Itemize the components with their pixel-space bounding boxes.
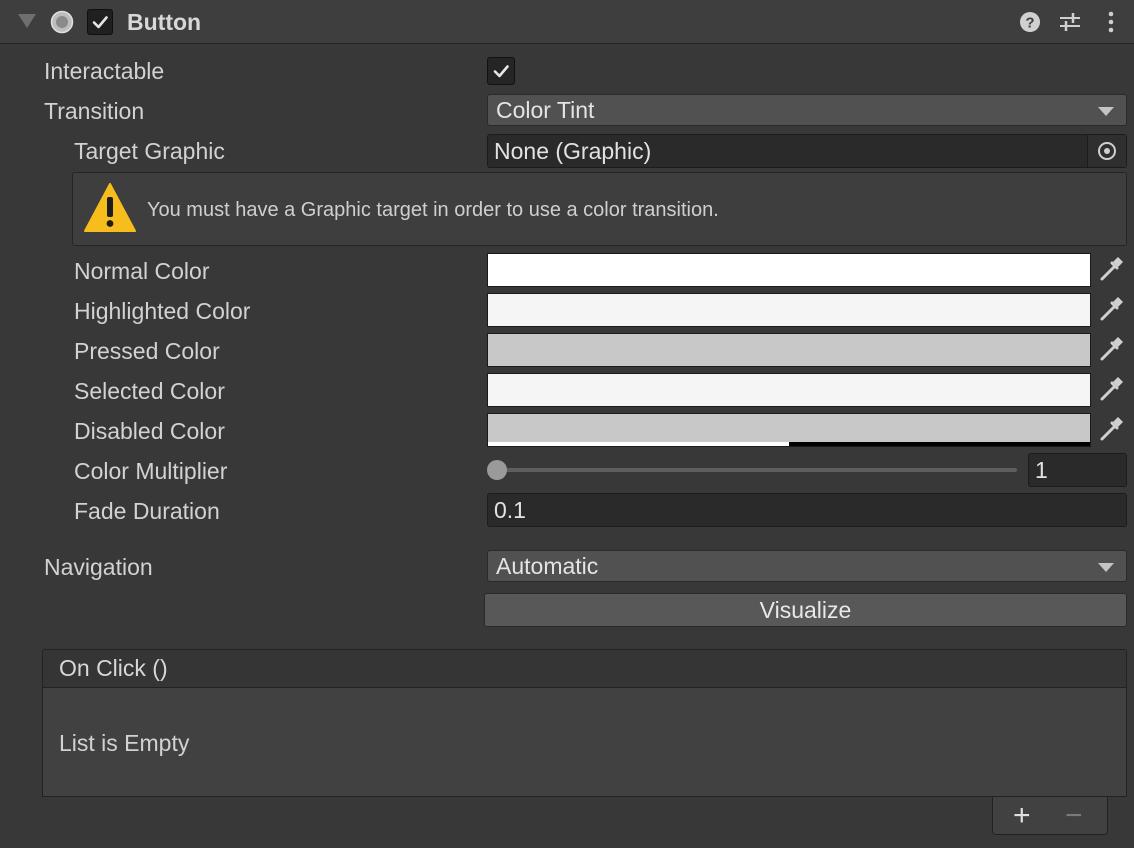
navigation-label: Navigation <box>44 554 153 580</box>
color-multiplier-slider-track[interactable] <box>497 468 1017 472</box>
target-graphic-label: Target Graphic <box>74 138 225 164</box>
highlighted-color-field[interactable] <box>487 293 1091 327</box>
eyedropper-icon[interactable] <box>1093 333 1127 367</box>
eyedropper-icon[interactable] <box>1093 253 1127 287</box>
eyedropper-icon[interactable] <box>1093 373 1127 407</box>
check-icon <box>493 65 509 78</box>
transition-value: Color Tint <box>496 97 595 123</box>
target-graphic-field[interactable]: None (Graphic) <box>487 134 1127 168</box>
presets-icon[interactable] <box>1059 11 1081 33</box>
on-click-event-list: List is Empty <box>42 687 1127 797</box>
color-multiplier-input[interactable]: 1 <box>1028 453 1127 487</box>
selected-color-field[interactable] <box>487 373 1091 407</box>
warning-icon <box>84 183 136 232</box>
interactable-label: Interactable <box>44 58 165 84</box>
eyedropper-icon[interactable] <box>1093 293 1127 327</box>
component-title: Button <box>127 9 202 35</box>
alpha-bar <box>488 442 789 446</box>
fade-duration-label: Fade Duration <box>74 498 220 524</box>
fade-duration-input[interactable]: 0.1 <box>487 493 1127 527</box>
on-click-event-header: On Click () <box>42 649 1127 687</box>
add-event-button[interactable]: + <box>1013 799 1031 833</box>
button-component-icon <box>50 10 74 34</box>
color-multiplier-value: 1 <box>1035 457 1048 483</box>
interactable-checkbox[interactable] <box>487 57 515 85</box>
normal-color-field[interactable] <box>487 253 1091 287</box>
kebab-menu-icon[interactable] <box>1100 11 1122 33</box>
disabled-color-label: Disabled Color <box>74 418 225 444</box>
help-icon[interactable]: ? <box>1019 11 1041 33</box>
chevron-down-icon <box>1098 107 1114 116</box>
chevron-down-icon <box>1098 563 1114 572</box>
transition-dropdown[interactable]: Color Tint <box>487 94 1127 126</box>
color-multiplier-label: Color Multiplier <box>74 458 228 484</box>
target-graphic-value: None (Graphic) <box>494 138 652 164</box>
event-list-footer: + − <box>992 797 1108 835</box>
svg-text:?: ? <box>1025 15 1034 32</box>
visualize-button[interactable]: Visualize <box>484 593 1127 627</box>
fade-duration-value: 0.1 <box>494 497 526 523</box>
on-click-title: On Click () <box>59 655 168 681</box>
navigation-value: Automatic <box>496 553 599 579</box>
pressed-color-field[interactable] <box>487 333 1091 367</box>
check-icon <box>92 16 108 29</box>
list-empty-text: List is Empty <box>59 730 190 756</box>
normal-color-label: Normal Color <box>74 258 210 284</box>
pressed-color-label: Pressed Color <box>74 338 220 364</box>
foldout-triangle-icon[interactable] <box>18 14 36 28</box>
component-enabled-checkbox[interactable] <box>87 9 113 35</box>
component-header[interactable]: Button ? <box>0 0 1134 44</box>
remove-event-button[interactable]: − <box>1065 799 1083 833</box>
warning-helpbox: You must have a Graphic target in order … <box>72 172 1127 246</box>
navigation-dropdown[interactable]: Automatic <box>487 550 1127 582</box>
object-picker-icon <box>1098 142 1116 160</box>
selected-color-label: Selected Color <box>74 378 225 404</box>
transition-label: Transition <box>44 98 145 124</box>
highlighted-color-label: Highlighted Color <box>74 298 251 324</box>
disabled-color-field[interactable] <box>487 413 1091 447</box>
warning-message: You must have a Graphic target in order … <box>147 199 719 221</box>
eyedropper-icon[interactable] <box>1093 413 1127 447</box>
object-picker-button[interactable] <box>1087 135 1126 167</box>
color-multiplier-slider-thumb[interactable] <box>487 460 507 480</box>
